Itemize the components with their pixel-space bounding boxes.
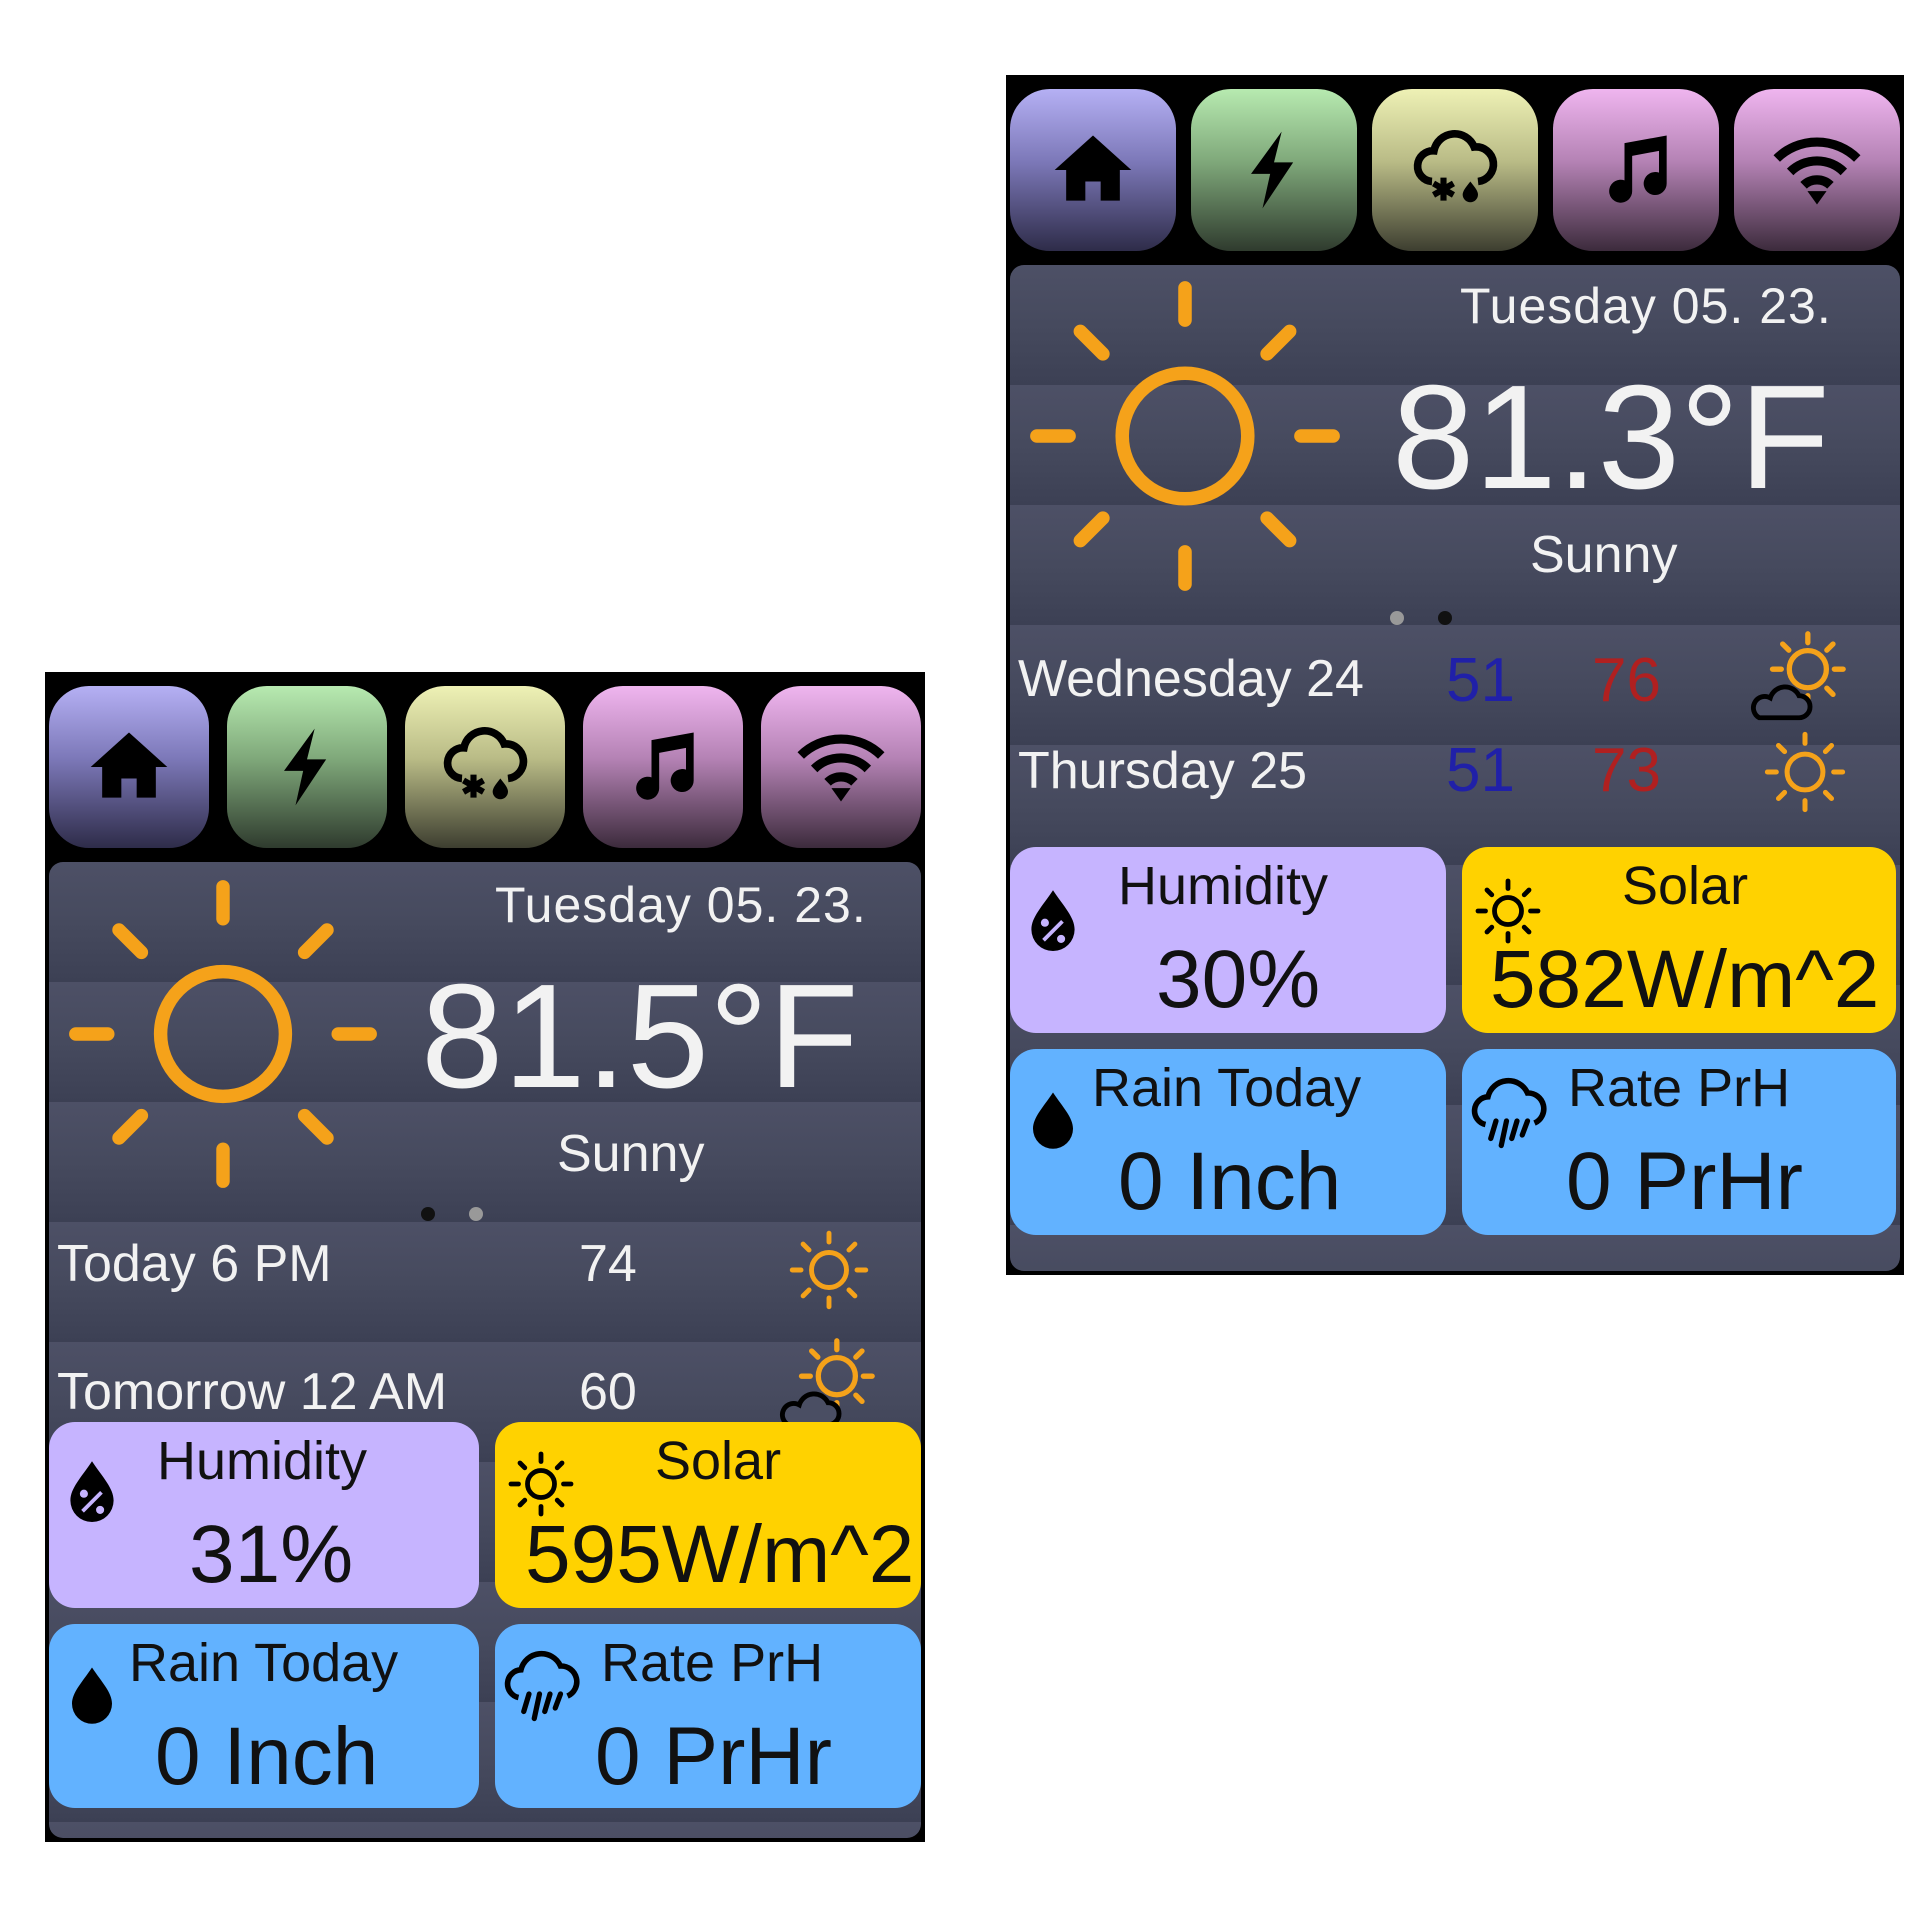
rain-rate-label: Rate PrH [1568,1058,1791,1118]
page-indicator[interactable] [421,1207,483,1221]
humidity-value: 30% [1156,934,1321,1025]
page-dot-1[interactable] [421,1207,435,1221]
weather-panel: Tuesday 05. 23. 81.3°F Sunny Wednesday 2… [1010,265,1900,1271]
humidity-tile[interactable]: Humidity 30% [1010,847,1446,1033]
snow-cloud-icon [443,726,528,800]
forecast-label: Wednesday 24 [1018,650,1364,708]
forecast-temp: 60 [579,1363,637,1421]
weather-panel: Tuesday 05. 23. 81.5°F Sunny Today 6 PM … [49,862,921,1838]
lightning-icon [284,728,327,806]
weather-device-screen-2: Tuesday 05. 23. 81.3°F Sunny Wednesday 2… [1006,75,1904,1275]
tab-weather[interactable] [405,686,565,848]
condition-label: Sunny [557,1125,705,1183]
page-dot-2[interactable] [469,1207,483,1221]
raindrop-icon [1033,1092,1073,1149]
humidity-value: 31% [189,1509,354,1600]
wifi-icon [1773,137,1861,205]
page-dot-1[interactable] [1390,611,1404,625]
tab-home[interactable] [1010,89,1176,251]
solar-label: Solar [655,1431,782,1491]
rain-today-value: 0 Inch [155,1711,379,1802]
date-label: Tuesday 05. 23. [495,877,867,933]
solar-tile[interactable]: Solar 582W/m^2 [1462,847,1896,1033]
forecast-low: 51 [1446,736,1515,805]
solar-tile[interactable]: Solar 595W/m^2 [495,1422,921,1608]
solar-value: 595W/m^2 [525,1509,915,1600]
sun-icon [1764,731,1846,813]
music-note-icon [636,732,694,800]
humidity-label: Humidity [157,1431,368,1491]
sun-cloud-icon [1751,631,1846,721]
solar-value: 582W/m^2 [1490,934,1880,1025]
forecast-high: 76 [1592,646,1661,715]
music-note-icon [1609,135,1667,203]
forecast-label: Thursday 25 [1018,742,1308,800]
tab-bar [49,686,921,848]
lightning-icon [1251,131,1294,209]
rain-cloud-icon [1471,1077,1547,1149]
solar-label: Solar [1622,856,1749,916]
current-temperature: 81.3°F [1392,355,1830,520]
rain-rate-value: 0 PrHr [595,1711,832,1802]
rain-today-tile[interactable]: Rain Today 0 Inch [1010,1049,1446,1235]
rain-today-label: Rain Today [129,1633,399,1693]
tab-bar [1010,89,1900,251]
rain-rate-tile[interactable]: Rate PrH 0 PrHr [495,1624,921,1808]
tab-power[interactable] [227,686,387,848]
humidity-label: Humidity [1118,856,1329,916]
sun-icon [1030,281,1340,591]
rain-today-tile[interactable]: Rain Today 0 Inch [49,1624,479,1808]
snow-cloud-icon [1413,129,1498,203]
weather-device-screen-1: Tuesday 05. 23. 81.5°F Sunny Today 6 PM … [45,672,925,1842]
home-icon [1054,135,1132,201]
rain-rate-label: Rate PrH [601,1633,824,1693]
humidity-tile[interactable]: Humidity 31% [49,1422,479,1608]
forecast-low: 51 [1446,646,1515,715]
home-icon [90,732,168,798]
tab-music[interactable] [1553,89,1719,251]
rain-today-value: 0 Inch [1118,1136,1342,1227]
forecast-high: 73 [1592,736,1661,805]
page-dot-2[interactable] [1438,611,1452,625]
rain-today-label: Rain Today [1092,1058,1362,1118]
tab-home[interactable] [49,686,209,848]
forecast-label: Today 6 PM [57,1235,332,1293]
humidity-icon [70,1461,114,1523]
tab-weather[interactable] [1372,89,1538,251]
sun-icon [789,1230,869,1310]
sun-icon [69,880,377,1188]
humidity-icon [1031,890,1075,952]
tab-power[interactable] [1191,89,1357,251]
rain-rate-value: 0 PrHr [1566,1136,1803,1227]
tab-wifi[interactable] [761,686,921,848]
current-temperature: 81.5°F [421,954,859,1119]
forecast-temp: 74 [579,1235,637,1293]
rain-rate-tile[interactable]: Rate PrH 0 PrHr [1462,1049,1896,1235]
wifi-icon [797,734,885,802]
condition-label: Sunny [1530,526,1678,584]
tab-wifi[interactable] [1734,89,1900,251]
forecast-label: Tomorrow 12 AM [57,1363,448,1421]
raindrop-icon [72,1667,112,1724]
tab-music[interactable] [583,686,743,848]
rain-cloud-icon [504,1650,580,1722]
date-label: Tuesday 05. 23. [1460,278,1832,334]
page-indicator[interactable] [1390,611,1452,625]
